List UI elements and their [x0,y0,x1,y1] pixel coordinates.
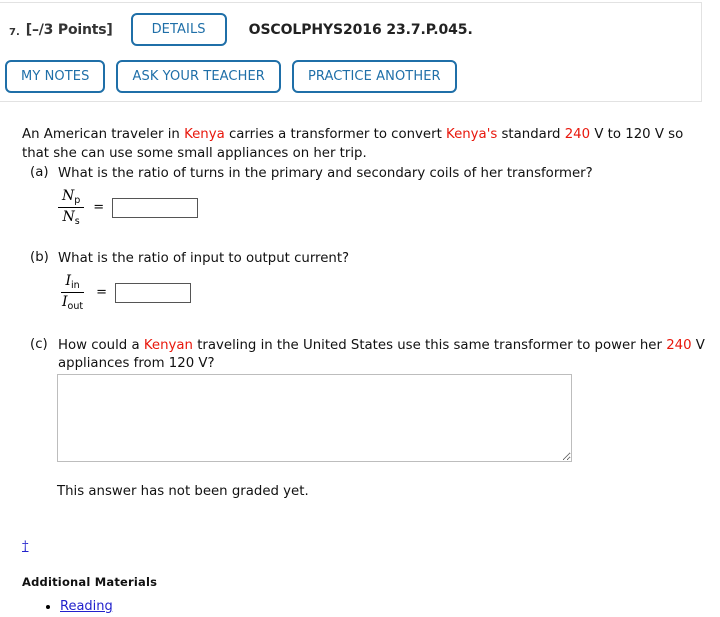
question-number: 7. [9,26,20,38]
part-a-label: (a) [30,165,49,180]
part-c-text-2: traveling in the United States use this … [192,338,667,353]
grading-status-text: This answer has not been graded yet. [57,484,309,499]
part-a-den-sub: s [74,215,80,227]
part-b-numerator: Iin [61,274,84,293]
problem-statement: An American traveler in Kenya carries a … [22,125,702,163]
reading-link[interactable]: Reading [60,599,113,614]
part-b-den-sub: out [67,300,84,312]
practice-another-button[interactable]: PRACTICE ANOTHER [291,60,457,93]
details-button[interactable]: DETAILS [130,13,227,46]
additional-materials-heading: Additional Materials [22,575,158,589]
ask-your-teacher-button[interactable]: ASK YOUR TEACHER [116,60,281,93]
part-a-fraction: Np Ns [58,188,85,227]
intro-text-2: carries a transformer to convert [224,127,447,143]
part-b-answer-input[interactable] [115,282,191,303]
part-a-answer-row: Np Ns = [58,188,199,227]
question-code: OSCOLPHYS2016 23.7.P.045. [248,21,473,38]
part-b-denominator: Iout [58,293,87,312]
part-a-num-var: N [62,188,75,204]
question-header-panel: 7. [–/3 Points] DETAILS OSCOLPHYS2016 23… [0,2,702,102]
points-label: [–/3 Points] [25,21,113,38]
part-c-highlight-kenyan: Kenyan [143,338,193,353]
part-b-num-sub: in [70,280,80,291]
part-a-numerator: Np [58,188,85,208]
part-a-question: What is the ratio of turns in the primar… [58,166,593,181]
part-b-answer-row: Iin Iout = [58,274,191,311]
header-top-row: 7. [–/3 Points] DETAILS OSCOLPHYS2016 23… [9,13,473,46]
additional-materials-list: Reading [22,598,113,616]
part-c-question: How could a Kenyan traveling in the Unit… [58,337,708,373]
my-notes-button[interactable]: MY NOTES [5,60,106,93]
header-actions-row: MY NOTES ASK YOUR TEACHER PRACTICE ANOTH… [5,60,457,93]
part-b-fraction: Iin Iout [58,274,87,311]
intro-highlight-240: 240 [564,127,591,143]
intro-highlight-kenya: Kenya [184,127,225,143]
intro-text-1: An American traveler in [22,127,185,143]
intro-text-3: standard [497,127,565,143]
part-a-num-sub: p [74,195,81,206]
part-c-highlight-240: 240 [666,338,692,353]
dagger-footnote-link[interactable]: † [22,539,29,554]
list-item: Reading [60,598,113,616]
intro-highlight-kenyas: Kenya's [446,127,498,143]
part-b-label: (b) [30,250,49,265]
part-a-denominator: Ns [59,208,84,227]
part-b-question: What is the ratio of input to output cur… [58,251,350,266]
part-a-answer-input[interactable] [112,197,199,218]
part-c-text-1: How could a [58,338,144,353]
part-b-equals: = [96,285,107,300]
part-c-essay-textarea[interactable] [57,374,572,462]
part-c-label: (c) [30,337,48,352]
part-a-den-var: N [62,208,75,225]
part-a-equals: = [93,200,105,215]
